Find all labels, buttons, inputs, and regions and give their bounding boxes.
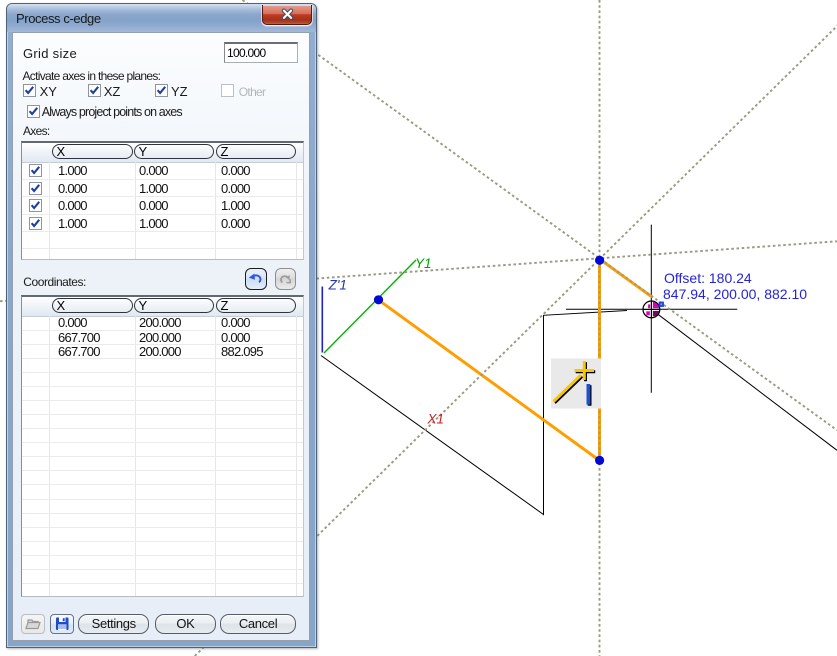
svg-text:Y1: Y1 bbox=[415, 256, 432, 271]
svg-text:X1: X1 bbox=[427, 412, 445, 427]
svg-text:Offset: 180.24: Offset: 180.24 bbox=[664, 270, 752, 286]
svg-text:847.94, 200.00, 882.10: 847.94, 200.00, 882.10 bbox=[663, 286, 807, 302]
svg-text:Z'1: Z'1 bbox=[328, 278, 347, 293]
